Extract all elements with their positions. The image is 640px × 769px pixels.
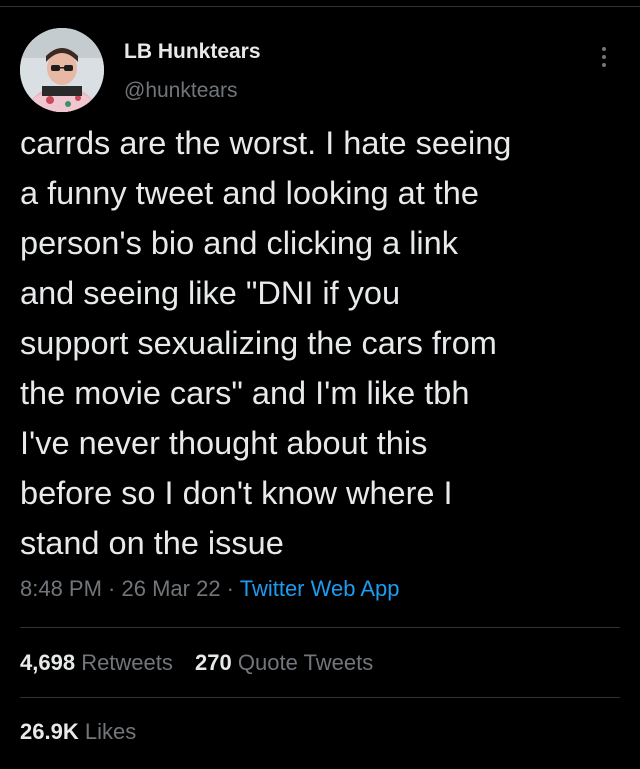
retweets-stat[interactable]: 4,698 Retweets xyxy=(20,650,173,675)
quote-tweets-label: Quote Tweets xyxy=(237,650,374,675)
divider xyxy=(20,697,620,698)
retweets-count: 4,698 xyxy=(20,650,76,675)
tweet-date[interactable]: 26 Mar 22 xyxy=(122,576,221,601)
more-vertical-icon xyxy=(602,47,606,51)
tweet-text: carrds are the worst. I hate seeing a fu… xyxy=(20,125,512,561)
quote-tweets-count: 270 xyxy=(195,650,232,675)
tweet-time[interactable]: 8:48 PM xyxy=(20,576,102,601)
avatar[interactable] xyxy=(20,28,104,112)
author-display-name[interactable]: LB Hunktears xyxy=(124,40,261,64)
tweet-header: LB Hunktears @hunktears xyxy=(20,28,620,112)
meta-separator: · xyxy=(220,576,240,601)
tweet-source-link[interactable]: Twitter Web App xyxy=(240,576,400,601)
avatar-image xyxy=(20,28,104,112)
likes-stats-row: 26.9K Likes xyxy=(20,719,152,745)
meta-separator: · xyxy=(101,576,122,601)
author-handle[interactable]: @hunktears xyxy=(124,79,238,103)
retweets-label: Retweets xyxy=(81,650,173,675)
likes-stat[interactable]: 26.9K Likes xyxy=(20,719,136,744)
likes-count: 26.9K xyxy=(20,719,79,744)
more-options-button[interactable] xyxy=(592,42,616,72)
divider xyxy=(20,627,620,628)
tweet-meta: 8:48 PM · 26 Mar 22 · Twitter Web App xyxy=(20,576,400,602)
engagement-stats-row: 4,698 Retweets 270 Quote Tweets xyxy=(20,650,389,676)
top-divider xyxy=(0,6,640,7)
quote-tweets-stat[interactable]: 270 Quote Tweets xyxy=(195,650,373,675)
likes-label: Likes xyxy=(84,719,137,744)
